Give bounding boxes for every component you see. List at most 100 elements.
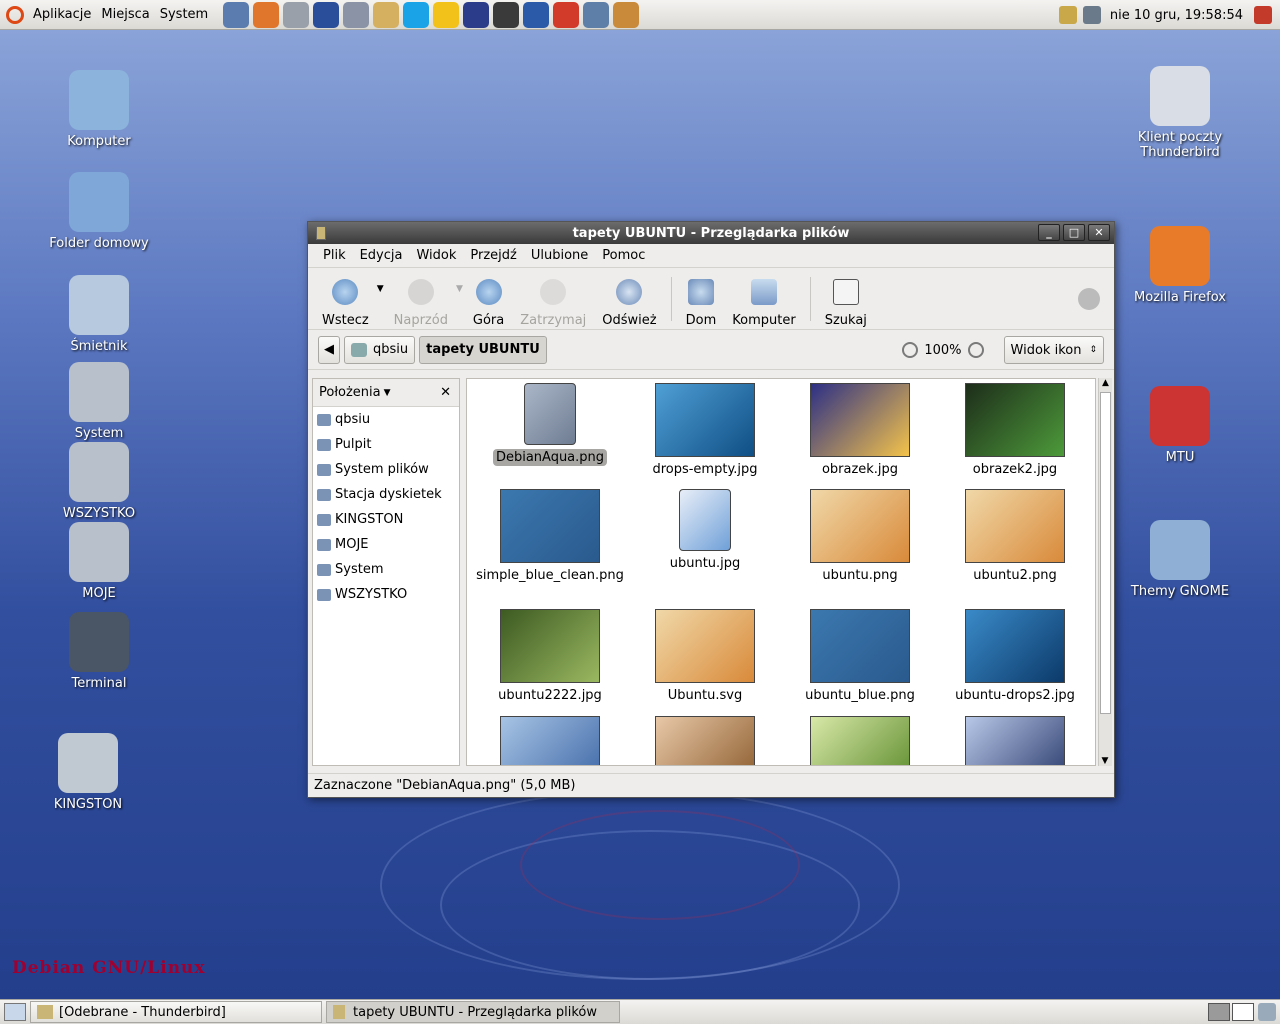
desktop-icon[interactable]: Folder domowy (44, 172, 154, 251)
scrollbar-thumb[interactable] (1100, 392, 1111, 714)
reload-button[interactable]: Odśwież (594, 270, 664, 328)
stop-button[interactable]: Zatrzymaj (512, 270, 594, 328)
desktop-icon[interactable]: Komputer (44, 70, 154, 149)
home-button[interactable]: Dom (678, 270, 725, 328)
computer-button[interactable]: Komputer (724, 270, 803, 328)
place-item[interactable]: qbsiu (313, 407, 459, 432)
task-file-browser[interactable]: tapety UBUNTU - Przeglądarka plików (326, 1001, 620, 1023)
terminal-icon[interactable] (493, 1, 520, 28)
task-thunderbird[interactable]: [Odebrane - Thunderbird] (30, 1001, 322, 1023)
menu-system[interactable]: System (155, 7, 213, 22)
close-button[interactable]: ✕ (1088, 224, 1110, 241)
file-item[interactable]: ubuntu-drops2.jpg (940, 609, 1090, 704)
top-panel: Aplikacje Miejsca System nie 10 gru, 19:… (0, 0, 1280, 30)
file-item[interactable]: ubuntu2.png (940, 489, 1090, 584)
view-mode-select[interactable]: Widok ikon ⇕ (1003, 336, 1104, 364)
path-button-parent[interactable]: qbsiu (344, 335, 416, 364)
wizard-icon[interactable] (463, 1, 490, 28)
show-desktop-icon[interactable] (4, 1003, 26, 1021)
menu-places[interactable]: Miejsca (96, 7, 154, 22)
mplayer-icon[interactable] (523, 1, 550, 28)
desktop-icon[interactable]: Śmietnik (44, 275, 154, 354)
menu-file[interactable]: Plik (316, 248, 353, 263)
file-item[interactable] (475, 716, 625, 765)
place-item[interactable]: MOJE (313, 532, 459, 557)
desktop-icon[interactable]: MTU (1125, 386, 1235, 465)
skype-icon[interactable] (403, 1, 430, 28)
file-item[interactable] (940, 716, 1090, 765)
workspace-2[interactable] (1232, 1003, 1254, 1021)
desktop-icon[interactable]: Klient poczty Thunderbird (1125, 66, 1235, 160)
desktop-icon[interactable]: System (44, 362, 154, 441)
desktop-icon[interactable]: WSZYSTKO (44, 442, 154, 521)
menu-bookmarks[interactable]: Ulubione (524, 248, 595, 263)
desktop-icon[interactable]: MOJE (44, 522, 154, 601)
volume-icon[interactable] (1082, 6, 1101, 24)
window-titlebar[interactable]: tapety UBUNTU - Przeglądarka plików _ □ … (308, 222, 1114, 244)
desktop-icon[interactable]: Terminal (44, 612, 154, 691)
trash-applet-icon[interactable] (1258, 1003, 1276, 1021)
place-item[interactable]: Pulpit (313, 432, 459, 457)
cd-icon[interactable] (613, 1, 640, 28)
scroll-up-arrow-icon[interactable]: ▲ (1099, 378, 1112, 388)
file-item[interactable]: Ubuntu.svg (630, 609, 780, 704)
file-item[interactable]: ubuntu.png (785, 489, 935, 584)
logout-icon[interactable] (1254, 6, 1272, 24)
update-notifier-icon[interactable] (1058, 6, 1077, 24)
desktop-icon[interactable]: KINGSTON (33, 733, 143, 812)
zoom-level[interactable]: 100% (924, 343, 961, 358)
file-item[interactable]: obrazek2.jpg (940, 383, 1090, 478)
menu-help[interactable]: Pomoc (595, 248, 652, 263)
mb-icon[interactable] (553, 1, 580, 28)
file-item[interactable]: obrazek.jpg (785, 383, 935, 478)
forward-button[interactable]: Naprzód (386, 270, 456, 328)
menu-view[interactable]: Widok (409, 248, 463, 263)
notes-icon[interactable] (313, 1, 340, 28)
file-item[interactable]: DebianAqua.png (475, 383, 625, 466)
menu-go[interactable]: Przejdź (463, 248, 523, 263)
gimp-icon[interactable] (373, 1, 400, 28)
desktop-icon[interactable]: Themy GNOME (1125, 520, 1235, 599)
monitor-icon[interactable] (223, 1, 250, 28)
file-item[interactable]: ubuntu2222.jpg (475, 609, 625, 704)
place-item[interactable]: KINGSTON (313, 507, 459, 532)
place-item[interactable]: Stacja dyskietek (313, 482, 459, 507)
minimize-button[interactable]: _ (1038, 224, 1060, 241)
workspace-1[interactable] (1208, 1003, 1230, 1021)
place-item[interactable]: WSZYSTKO (313, 582, 459, 607)
path-button-current[interactable]: tapety UBUNTU (419, 335, 547, 364)
firefox-icon[interactable] (253, 1, 280, 28)
forward-history-dropdown-icon[interactable]: ▼ (456, 284, 463, 294)
up-button[interactable]: Góra (465, 270, 512, 328)
close-pane-icon[interactable]: ✕ (440, 385, 451, 400)
file-item[interactable] (785, 716, 935, 765)
place-item[interactable]: System (313, 557, 459, 582)
menu-applications[interactable]: Aplikacje (28, 7, 96, 22)
file-item[interactable]: drops-empty.jpg (630, 383, 780, 478)
zoom-out-icon[interactable] (902, 342, 919, 358)
back-button[interactable]: Wstecz (314, 270, 377, 328)
vertical-scrollbar[interactable]: ▲ ▼ (1098, 378, 1112, 766)
menu-edit[interactable]: Edycja (353, 248, 410, 263)
dropdown-arrow-icon[interactable]: ▼ (384, 388, 391, 398)
ubuntu-logo-icon[interactable] (6, 5, 24, 24)
window-app-icon[interactable] (316, 226, 326, 240)
back-history-dropdown-icon[interactable]: ▼ (377, 284, 384, 294)
desktop-icon[interactable]: Mozilla Firefox (1125, 226, 1235, 305)
file-item[interactable] (630, 716, 780, 765)
clock[interactable]: nie 10 gru, 19:58:54 (1110, 8, 1243, 23)
network-manager-icon[interactable] (583, 1, 610, 28)
file-item[interactable]: ubuntu.jpg (630, 489, 780, 572)
side-pane-selector[interactable]: Położenia (319, 385, 381, 400)
path-left-arrow-button[interactable]: ◀ (318, 335, 340, 364)
scanner-icon[interactable] (343, 1, 370, 28)
zoom-in-icon[interactable] (967, 342, 984, 358)
place-item[interactable]: System plików (313, 457, 459, 482)
scroll-down-arrow-icon[interactable]: ▼ (1099, 756, 1111, 766)
weather-sun-icon[interactable] (433, 1, 460, 28)
search-button[interactable]: Szukaj (817, 270, 875, 328)
network-icon[interactable] (283, 1, 310, 28)
file-item[interactable]: simple_blue_clean.png (475, 489, 625, 584)
file-item[interactable]: ubuntu_blue.png (785, 609, 935, 704)
maximize-button[interactable]: □ (1063, 224, 1085, 241)
